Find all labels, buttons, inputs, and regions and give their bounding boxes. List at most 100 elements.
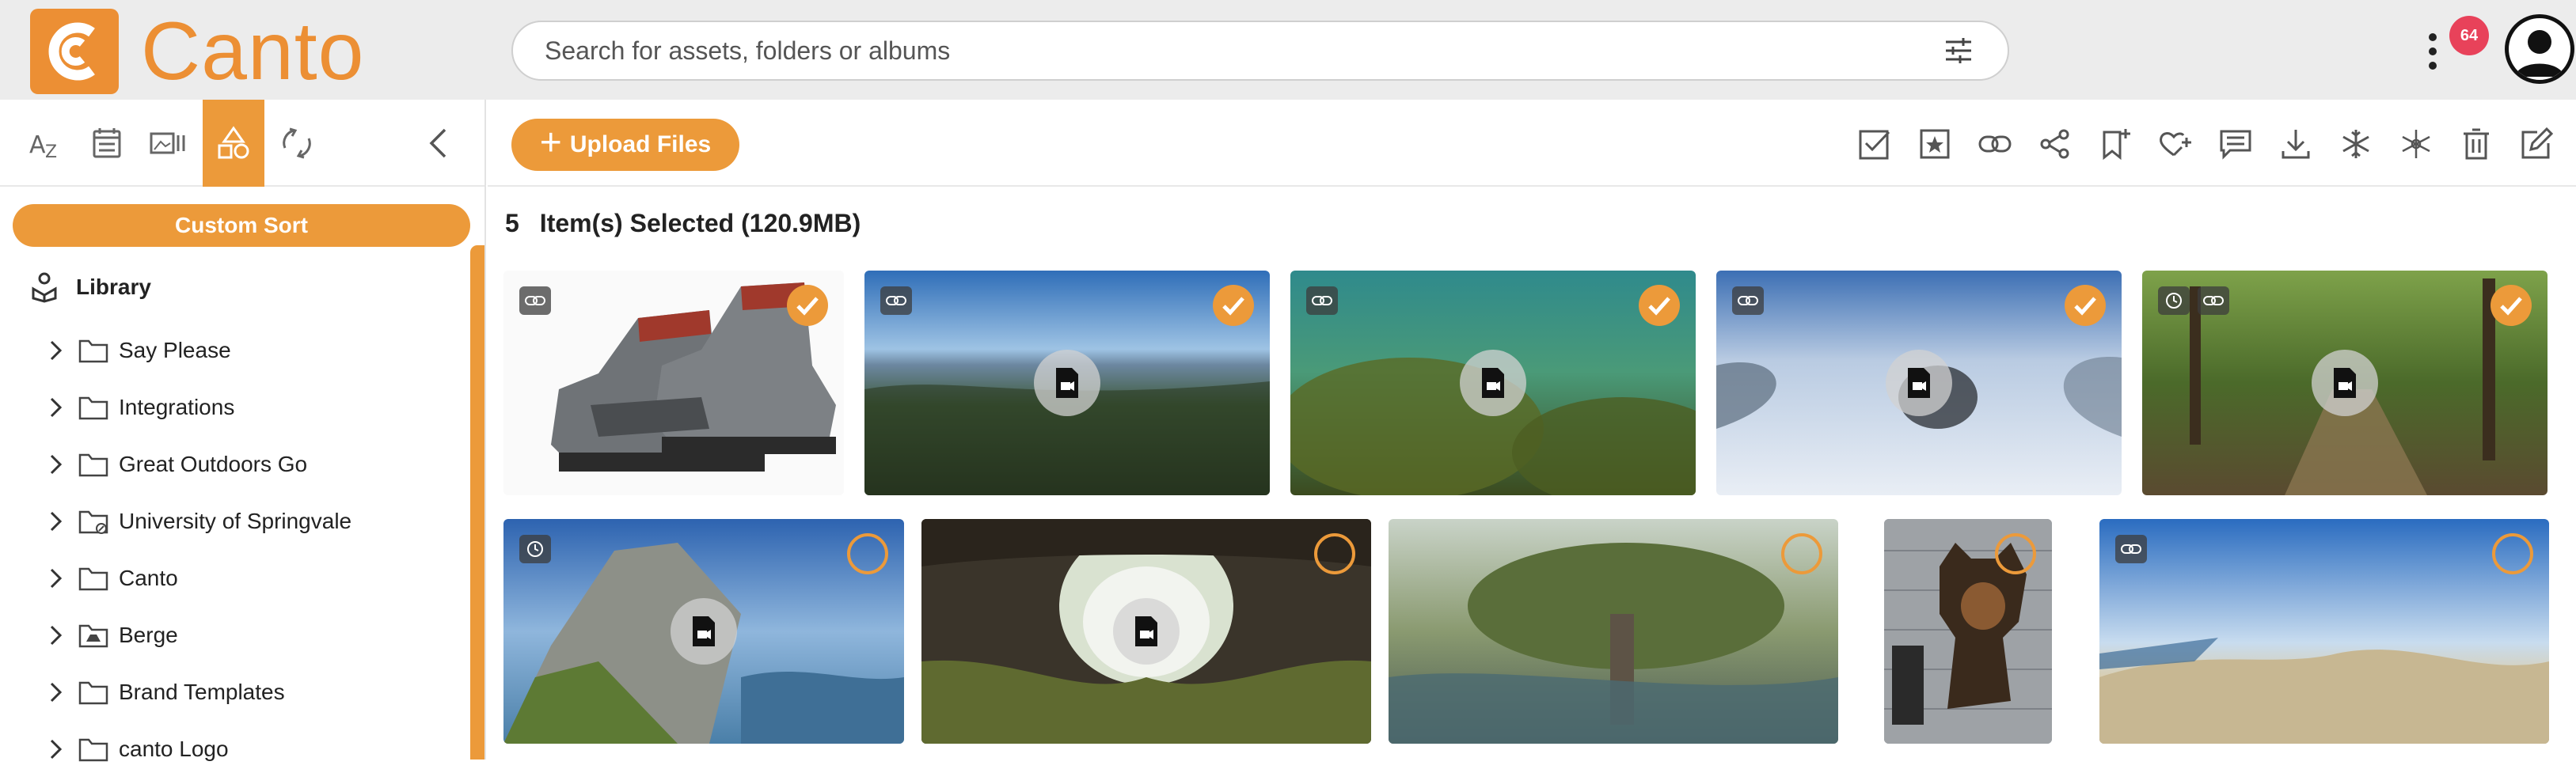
folder-icon [78, 736, 109, 763]
calendar-icon[interactable] [76, 100, 138, 187]
sidebar-item-brand-templates[interactable]: Brand Templates [47, 672, 285, 712]
upload-label: Upload Files [569, 131, 712, 157]
select-checkbox[interactable] [787, 285, 828, 326]
sidebar-item-university-of-springvale[interactable]: University of Springvale [47, 502, 351, 541]
asset-thumbnail [1389, 519, 1838, 744]
select-checkbox[interactable] [1639, 285, 1680, 326]
library-label: Library [76, 275, 151, 299]
select-all-icon[interactable] [1852, 122, 1897, 166]
asset-thumbnail [2099, 519, 2549, 744]
shapes-icon[interactable] [203, 100, 264, 187]
sidebar-item-berge[interactable]: Berge [47, 616, 178, 655]
sidebar-item-integrations[interactable]: Integrations [47, 388, 234, 427]
chevron-right-icon[interactable] [47, 396, 66, 419]
folder-icon [78, 451, 109, 478]
selection-count: 5 [505, 209, 519, 237]
sidebar-item-label: Integrations [119, 395, 235, 419]
chevron-right-icon[interactable] [47, 339, 66, 362]
select-checkbox[interactable] [1995, 533, 2036, 574]
link-icon [880, 286, 912, 315]
folder-icon [78, 679, 109, 706]
select-checkbox[interactable] [1314, 533, 1355, 574]
notification-badge[interactable]: 64 [2449, 16, 2489, 55]
library-header[interactable]: Library [28, 267, 151, 307]
link-icon[interactable] [1973, 122, 2017, 166]
asset-overlays [1306, 286, 1338, 315]
asset-tile[interactable] [2099, 519, 2549, 744]
chevron-right-icon[interactable] [47, 737, 66, 761]
asset-overlays [2158, 286, 2229, 315]
star-icon[interactable] [1913, 122, 1957, 166]
asset-area: + Upload Files 5 Item(s) Selected (120.9MB… [488, 100, 2576, 760]
plus-icon: + [539, 122, 562, 164]
trash-icon[interactable] [2454, 122, 2498, 166]
link-icon [1306, 286, 1338, 315]
user-avatar-icon[interactable] [2505, 14, 2574, 84]
asset-tile[interactable] [503, 519, 904, 744]
select-checkbox[interactable] [2065, 285, 2106, 326]
select-checkbox[interactable] [847, 533, 888, 574]
search-input[interactable] [545, 22, 1890, 79]
video-file-icon [2312, 350, 2378, 416]
clock-icon [519, 535, 551, 563]
comment-icon[interactable] [2213, 122, 2258, 166]
asset-tile[interactable] [1716, 271, 2122, 495]
chevron-right-icon[interactable] [47, 566, 66, 590]
asset-tile[interactable] [2142, 271, 2548, 495]
selection-text: Item(s) Selected (120.9MB) [539, 209, 861, 237]
chevron-right-icon[interactable] [47, 623, 66, 647]
sidebar-item-label: Berge [119, 623, 178, 647]
select-checkbox[interactable] [1213, 285, 1254, 326]
search-bar[interactable] [511, 21, 2009, 81]
snowflake-alt-icon[interactable] [2394, 122, 2438, 166]
chevron-right-icon[interactable] [47, 680, 66, 704]
select-checkbox[interactable] [2492, 533, 2533, 574]
sidebar-item-label: Say Please [119, 338, 231, 362]
asset-overlays [519, 286, 551, 315]
canto-logo[interactable]: Canto [30, 8, 365, 95]
video-file-icon [1886, 350, 1952, 416]
asset-toolbar: + Upload Files [488, 100, 2576, 187]
asset-tile[interactable] [921, 519, 1371, 744]
gallery-icon[interactable] [138, 100, 199, 187]
sidebar-item-canto-logo[interactable]: canto Logo [47, 729, 229, 769]
chevron-right-icon[interactable] [47, 453, 66, 476]
bookmark-add-icon[interactable] [2093, 122, 2137, 166]
svg-text:Z: Z [45, 142, 57, 159]
sort-az-icon[interactable]: AZ [14, 100, 76, 187]
link-icon [519, 286, 551, 315]
asset-tile[interactable] [503, 271, 844, 495]
folder-drive-icon [78, 622, 109, 649]
sidebar-item-say-please[interactable]: Say Please [47, 331, 231, 370]
video-file-icon [671, 598, 737, 665]
sidebar-item-label: canto Logo [119, 737, 229, 761]
custom-sort-button[interactable]: Custom Sort [13, 204, 470, 247]
svg-text:A: A [29, 131, 46, 159]
download-icon[interactable] [2274, 122, 2318, 166]
chevron-right-icon[interactable] [47, 510, 66, 533]
asset-tile[interactable] [1290, 271, 1696, 495]
sidebar-item-label: Brand Templates [119, 680, 285, 704]
refresh-icon[interactable] [266, 100, 328, 187]
sidebar-scrollbar[interactable] [470, 245, 484, 760]
select-checkbox[interactable] [1781, 533, 1822, 574]
select-checkbox[interactable] [2491, 285, 2532, 326]
sidebar-item-canto[interactable]: Canto [47, 559, 178, 598]
asset-tile[interactable] [1389, 519, 1838, 744]
snowflake-icon[interactable] [2334, 122, 2378, 166]
top-bar: Canto 64 [0, 0, 2576, 100]
kebab-menu-icon[interactable] [2427, 32, 2438, 71]
sidebar-item-label: Canto [119, 566, 178, 590]
canto-logo-mark-icon [30, 9, 119, 94]
share-icon[interactable] [2033, 122, 2077, 166]
collapse-sidebar-icon[interactable] [418, 123, 458, 163]
sidebar-toolbar: AZ [0, 100, 484, 187]
sidebar-item-label: Great Outdoors Go [119, 452, 308, 476]
asset-tile[interactable] [864, 271, 1270, 495]
sidebar-item-great-outdoors-go[interactable]: Great Outdoors Go [47, 445, 307, 484]
filter-sliders-icon[interactable] [1943, 36, 1974, 65]
asset-tile[interactable] [1884, 519, 2052, 744]
favorite-add-icon[interactable] [2153, 122, 2198, 166]
upload-files-button[interactable]: + Upload Files [511, 119, 739, 171]
edit-icon[interactable] [2514, 122, 2559, 166]
